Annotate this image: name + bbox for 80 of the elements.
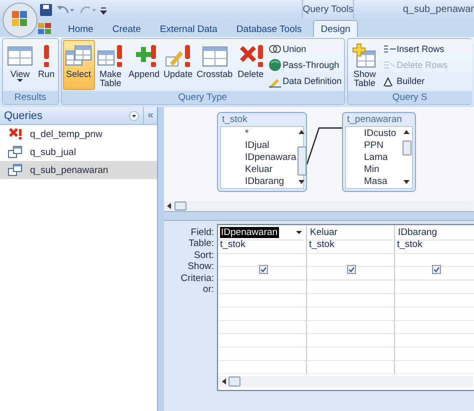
table-title: t_penawaran [346, 113, 403, 126]
ribbon-button[interactable]: Crosstab [194, 40, 235, 90]
select-query-icon [8, 146, 22, 158]
ribbon-button[interactable]: Pass-Through [266, 57, 343, 72]
query-name: q_sub_penawaran [30, 164, 108, 176]
ribbon-button[interactable]: Make Table [94, 40, 127, 90]
field-name[interactable]: Lama [364, 152, 401, 164]
delete-query-icon [8, 128, 22, 140]
table-box[interactable]: t_penawaran IDcusto PPN Lama Min Masa [342, 112, 416, 192]
ribbon-button[interactable]: Append [126, 40, 162, 90]
ribbon-tab[interactable]: Database Tools [228, 20, 310, 37]
table-exclamation-icon [96, 43, 125, 68]
exclamation-icon [42, 43, 50, 68]
ribbon-tab[interactable]: Create [104, 20, 149, 37]
group-label: Query S [348, 91, 472, 104]
table-title: t_stok [221, 113, 248, 126]
field-cell[interactable]: Keluar [307, 227, 394, 238]
ribbon-tab[interactable]: Home [60, 20, 102, 37]
field-name[interactable]: Masa [364, 176, 401, 188]
field-name[interactable]: PPN [364, 140, 401, 152]
field-value: IDpenawaran [220, 227, 279, 238]
field-name[interactable]: IDcusto [364, 128, 401, 140]
pencil-exclamation-icon [164, 43, 192, 68]
dropdown-icon[interactable] [296, 230, 302, 235]
select-query-icon [8, 164, 22, 176]
ribbon-button[interactable]: Run [36, 40, 57, 90]
ribbon-button[interactable]: Show Table [348, 40, 381, 90]
customize-icon[interactable] [100, 4, 107, 14]
field-value: IDbarang [397, 227, 438, 238]
ribbon-button[interactable]: Update [162, 40, 195, 90]
ribbon-button[interactable]: Union [266, 41, 343, 56]
checkbox[interactable] [432, 265, 440, 274]
query-item[interactable]: q_sub_jual [0, 143, 157, 161]
horizontal-scrollbar[interactable] [164, 201, 473, 211]
row-label: Field: [190, 227, 215, 238]
save-icon[interactable] [40, 4, 52, 16]
tables-icon [64, 43, 93, 68]
checkbox[interactable] [347, 265, 356, 274]
field-name[interactable]: IDjual [245, 140, 296, 152]
ribbon-button[interactable]: Insert Rows [380, 41, 449, 56]
checkbox[interactable] [258, 265, 268, 274]
query-name: q_del_temp_pnw [30, 128, 102, 140]
table-cell[interactable]: t_stok [307, 239, 394, 251]
group-label: Query Type [62, 91, 344, 104]
ribbon-button[interactable]: Builder [380, 73, 449, 88]
table-cell[interactable]: t_stok [218, 239, 306, 251]
field-value: Keluar [309, 227, 338, 238]
query-item[interactable]: q_sub_penawaran [0, 161, 157, 179]
dropdown-icon[interactable] [129, 110, 139, 120]
row-label: Sort: [192, 250, 215, 262]
field-name[interactable]: Min [364, 164, 401, 176]
field-cell[interactable]: IDpenawaran [218, 227, 306, 238]
row-label: or: [202, 284, 215, 296]
context-tab-label: Query Tools [302, 0, 354, 19]
ribbon-button[interactable]: Data Definition [266, 73, 343, 88]
table-box[interactable]: t_stok * IDjual IDpenawara Keluar IDbarang [217, 112, 307, 192]
table-cell[interactable]: t_stok [395, 239, 474, 251]
pane-title: Queries [3, 110, 44, 122]
window-title: q_sub_penawar [402, 3, 474, 17]
field-cell[interactable]: IDbarang [395, 227, 474, 238]
field-name[interactable]: Keluar [245, 164, 296, 176]
ribbon-button[interactable]: Delete [234, 40, 267, 90]
row-label: Show: [186, 261, 215, 273]
field-name[interactable]: IDbarang [245, 176, 296, 188]
field-name[interactable]: IDpenawara [245, 152, 296, 164]
row-label: Criteria: [180, 272, 215, 284]
row-label: Table: [188, 238, 215, 250]
ribbon-button[interactable]: Select [62, 40, 95, 90]
horizontal-scrollbar[interactable] [218, 376, 473, 387]
globe-icon [268, 58, 282, 72]
query-item[interactable]: q_del_temp_pnw [0, 125, 157, 143]
ribbon-button[interactable]: View [4, 40, 36, 90]
ribbon-tab[interactable]: External Data [152, 20, 226, 37]
field-name[interactable]: * [245, 128, 296, 140]
query-name: q_sub_jual [30, 146, 76, 158]
office-button[interactable] [2, 2, 38, 38]
group-label: Results [3, 91, 58, 104]
collapse-button[interactable]: « [143, 107, 157, 124]
ribbon-tab[interactable]: Design [312, 20, 358, 37]
app-icon [38, 23, 51, 34]
